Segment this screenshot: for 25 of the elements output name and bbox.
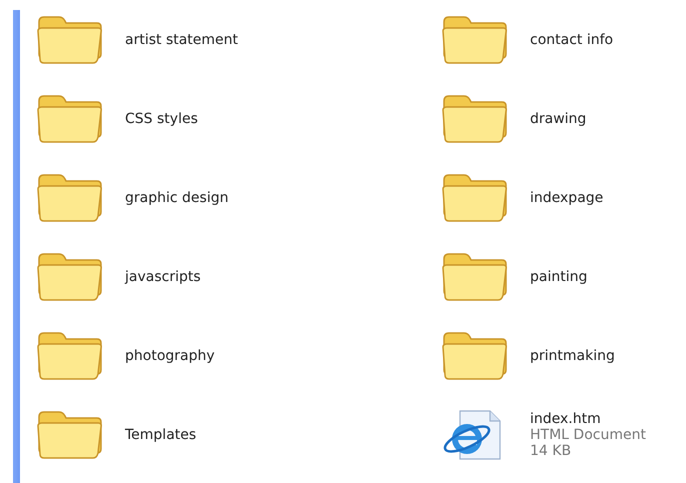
folder-name[interactable]: painting: [530, 268, 588, 284]
folder-name[interactable]: Templates: [125, 426, 196, 442]
folder-name[interactable]: indexpage: [530, 190, 604, 206]
folder-name[interactable]: contact info: [530, 32, 614, 48]
folder-name[interactable]: javascripts: [125, 268, 201, 284]
file-name[interactable]: index.htm: [530, 410, 646, 426]
folder-name[interactable]: graphic design: [125, 190, 228, 206]
folder-icon[interactable]: [35, 92, 105, 144]
folder-icon[interactable]: [440, 92, 510, 144]
folder-icon[interactable]: [35, 330, 105, 382]
folder-icon[interactable]: [440, 14, 510, 66]
folder-icon[interactable]: [35, 250, 105, 302]
folder-icon[interactable]: [440, 250, 510, 302]
folder-icon[interactable]: [440, 330, 510, 382]
folder-icon[interactable]: [35, 172, 105, 224]
folder-icon[interactable]: [35, 408, 105, 460]
folder-icon[interactable]: [35, 14, 105, 66]
file-size: 14 KB: [530, 442, 572, 458]
folder-name[interactable]: CSS styles: [125, 110, 198, 126]
folder-name[interactable]: artist statement: [125, 32, 238, 48]
folder-name[interactable]: drawing: [530, 110, 586, 126]
folder-name[interactable]: printmaking: [530, 348, 615, 364]
file-type: HTML Document: [530, 426, 646, 442]
folder-icon[interactable]: [440, 172, 510, 224]
folder-name[interactable]: photography: [125, 348, 215, 364]
